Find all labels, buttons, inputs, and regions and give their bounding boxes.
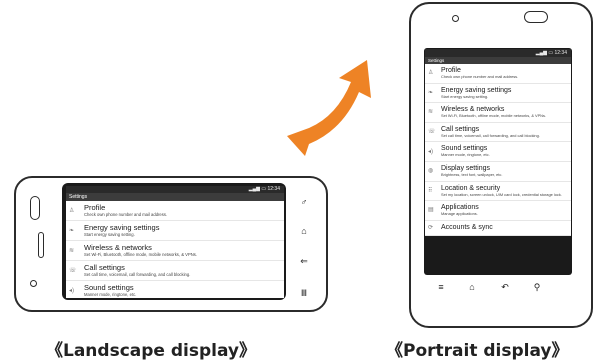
item-desc: Manner mode, ringtone, etc. [441,152,490,158]
accounts-icon: ⟳ [428,224,434,231]
portrait-item-accounts[interactable]: ⟳ Accounts & sync [425,221,571,236]
wifi-icon: ≋ [428,109,434,116]
landscape-back-key-icon[interactable]: ⇐ [298,256,310,266]
portrait-home-key-icon[interactable]: ⌂ [466,282,478,292]
sound-icon: ◂) [428,148,434,155]
profile-icon: ♙ [69,207,75,214]
portrait-item-security[interactable]: ⠿ Location & security Set my location, s… [425,182,571,202]
item-desc: Set Wi-Fi, Bluetooth, offline mode, mobi… [84,252,198,257]
item-desc: Check own phone number and mail address. [441,74,519,79]
item-desc: Brightness, text font, wallpaper, etc. [441,171,503,177]
portrait-item-energy[interactable]: ❧ Energy saving settings Start energy sa… [425,84,571,104]
call-icon: ☏ [428,129,436,136]
landscape-home-key-icon[interactable]: ⌂ [298,226,310,236]
item-desc: Set my location, screen unlock, UIM card… [441,191,562,197]
energy-icon: ❧ [69,227,75,234]
landscape-screen-content: ▂▄▆ ▭ 12:34 Settings ♙ Profile Check own… [66,186,284,298]
item-title: Sound settings [84,283,134,292]
portrait-front-camera [452,15,459,22]
landscape-side-button [30,196,40,220]
profile-icon: ♙ [428,70,434,77]
landscape-status-bar: ▂▄▆ ▭ 12:34 [66,186,284,193]
item-desc: Manner mode, ringtone, etc. [84,292,137,297]
status-signal-icon: ▂▄▆ ▭ [248,186,268,192]
portrait-search-key-icon[interactable]: ⚲ [531,282,543,292]
portrait-item-call[interactable]: ☏ Call settings Set call time, voicemail… [425,123,571,143]
portrait-item-wireless[interactable]: ≋ Wireless & networks Set Wi-Fi, Bluetoo… [425,103,571,123]
item-title: Energy saving settings [441,86,512,94]
display-icon: ◍ [428,168,434,175]
item-desc: Set call time, voicemail, call forwardin… [84,272,191,277]
item-title: Energy saving settings [84,223,160,232]
item-title: Profile [84,203,106,212]
item-desc: Check own phone number and mail address. [84,212,168,217]
portrait-item-applications[interactable]: ▤ Applications Manage applications. [425,201,571,221]
portrait-item-profile[interactable]: ♙ Profile Check own phone number and mai… [425,64,571,84]
portrait-item-sound[interactable]: ◂) Sound settings Manner mode, ringtone,… [425,142,571,162]
item-desc: Start energy saving setting. [441,93,489,99]
landscape-side-key [38,232,44,258]
portrait-earpiece [524,11,548,23]
landscape-item-profile[interactable]: ♙ Profile Check own phone number and mai… [66,201,284,221]
status-time: 12:34 [554,50,567,56]
item-desc: Set Wi-Fi, Bluetooth, offline mode, mobi… [441,113,547,119]
sound-icon: ◂) [69,287,75,294]
landscape-front-camera [30,280,37,287]
landscape-item-sound[interactable]: ◂) Sound settings Manner mode, ringtone,… [66,281,284,298]
landscape-settings-list: ♙ Profile Check own phone number and mai… [66,201,284,298]
energy-icon: ❧ [428,89,434,96]
item-title: Call settings [84,263,125,272]
portrait-settings-header: Settings [425,57,571,64]
portrait-settings-list: ♙ Profile Check own phone number and mai… [425,64,571,236]
call-icon: ☏ [69,267,77,274]
item-desc [441,232,571,235]
landscape-item-wireless[interactable]: ≋ Wireless & networks Set Wi-Fi, Bluetoo… [66,241,284,261]
landscape-settings-header: Settings [66,193,284,201]
status-time: 12:34 [267,186,280,192]
landscape-item-energy[interactable]: ❧ Energy saving settings Start energy sa… [66,221,284,241]
item-desc: Start energy saving setting. [84,232,135,237]
security-icon: ⠿ [428,187,433,194]
status-signal-icon: ▂▄▆ ▭ [535,50,555,56]
item-title: Location & security [441,184,501,192]
item-title: Wireless & networks [84,243,152,252]
item-desc: Set call time, voicemail, call forwardin… [441,132,540,138]
landscape-menu-key-icon[interactable]: ♂ [298,197,310,207]
portrait-menu-key-icon[interactable]: ≡ [435,282,447,292]
rotate-arrow-icon [287,60,371,156]
portrait-caption: 《Portrait display》 [386,341,569,361]
item-desc: Manage applications. [441,211,478,217]
wifi-icon: ≋ [69,247,75,254]
portrait-screen-content: ▂▄▆ ▭ 12:34 Settings ♙ Profile Check own… [425,49,571,274]
portrait-item-display[interactable]: ◍ Display settings Brightness, text font… [425,162,571,182]
portrait-back-key-icon[interactable]: ↶ [499,282,511,292]
landscape-caption: 《Landscape display》 [46,341,257,361]
landscape-item-call[interactable]: ☏ Call settings Set call time, voicemail… [66,261,284,281]
item-title: Accounts & sync [441,223,493,231]
landscape-search-key-icon[interactable]: Ⅲ [298,288,310,298]
applications-icon: ▤ [428,207,434,214]
portrait-status-bar: ▂▄▆ ▭ 12:34 [425,49,571,57]
